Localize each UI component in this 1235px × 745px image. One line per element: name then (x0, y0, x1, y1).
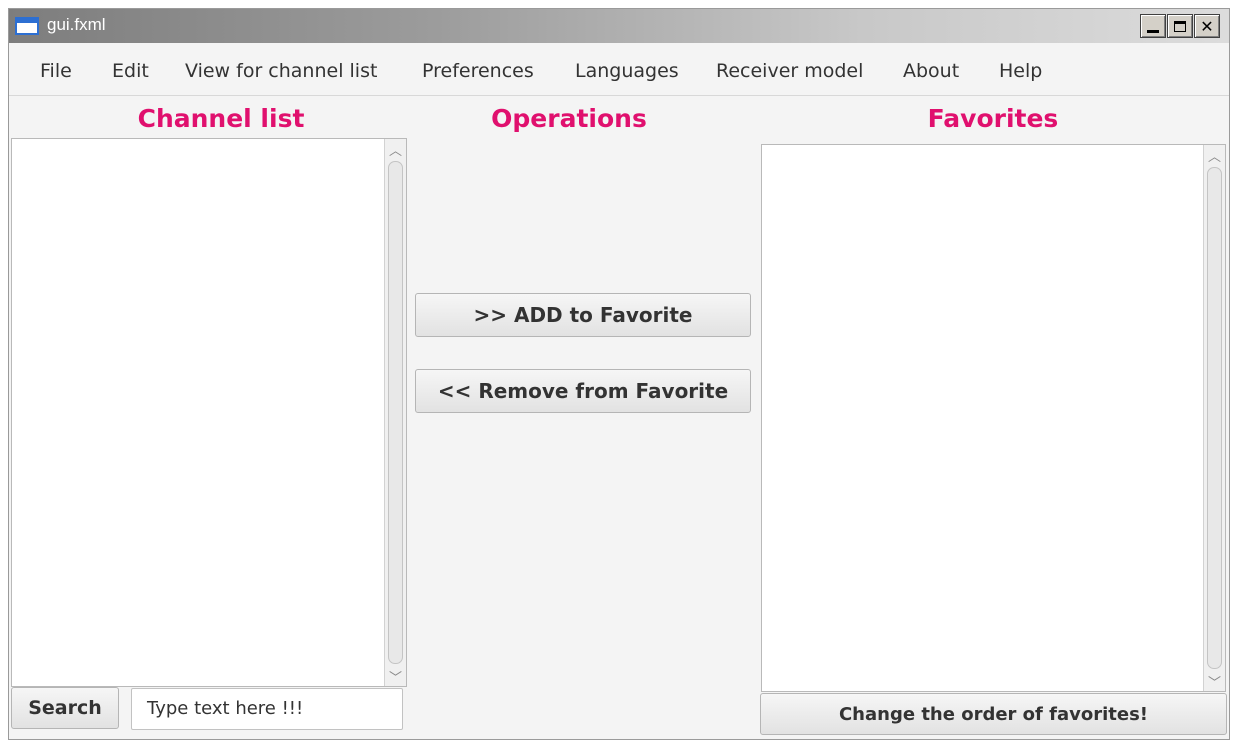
window-title: gui.fxml (47, 15, 106, 34)
search-input[interactable]: Type text here !!! (131, 688, 403, 730)
change-order-button[interactable]: Change the order of favorites! (760, 693, 1227, 735)
channel-list-title: Channel list (137, 104, 305, 133)
close-icon: ✕ (1200, 16, 1214, 36)
menu-edit[interactable]: Edit (112, 60, 149, 82)
favorites-list[interactable]: ︿ ﹀ (761, 144, 1226, 692)
scroll-down-icon[interactable]: ﹀ (1204, 671, 1225, 691)
app-window: gui.fxml ✕ File Edit View for channel li… (8, 8, 1230, 740)
scroll-down-icon[interactable]: ﹀ (385, 666, 406, 686)
maximize-icon (1174, 20, 1186, 32)
window-app-icon (15, 17, 39, 35)
favorites-list-scrollbar[interactable]: ︿ ﹀ (1203, 145, 1225, 691)
favorites-title: Favorites (927, 104, 1059, 133)
menu-bar: File Edit View for channel list Preferen… (9, 43, 1229, 96)
scroll-up-icon[interactable]: ︿ (1204, 145, 1225, 165)
scroll-thumb[interactable] (388, 161, 403, 664)
menu-receiver-model[interactable]: Receiver model (716, 60, 863, 82)
add-to-favorite-button[interactable]: >> ADD to Favorite (415, 293, 751, 337)
minimize-button[interactable] (1140, 14, 1166, 38)
minimize-icon (1147, 29, 1159, 33)
menu-view-for-channel-list[interactable]: View for channel list (185, 60, 377, 82)
menu-help[interactable]: Help (999, 60, 1042, 82)
menu-file[interactable]: File (40, 60, 72, 82)
menu-preferences[interactable]: Preferences (422, 60, 534, 82)
channel-list[interactable]: ︿ ﹀ (11, 138, 407, 687)
search-button[interactable]: Search (11, 687, 119, 729)
title-bar[interactable]: gui.fxml ✕ (9, 9, 1229, 43)
remove-from-favorite-button[interactable]: << Remove from Favorite (415, 369, 751, 413)
scroll-up-icon[interactable]: ︿ (385, 139, 406, 159)
menu-languages[interactable]: Languages (575, 60, 679, 82)
operations-title: Operations (491, 104, 647, 133)
scroll-thumb[interactable] (1207, 167, 1222, 669)
channel-list-scrollbar[interactable]: ︿ ﹀ (384, 139, 406, 686)
close-button[interactable]: ✕ (1194, 14, 1220, 38)
maximize-button[interactable] (1167, 14, 1193, 38)
menu-about[interactable]: About (903, 60, 959, 82)
